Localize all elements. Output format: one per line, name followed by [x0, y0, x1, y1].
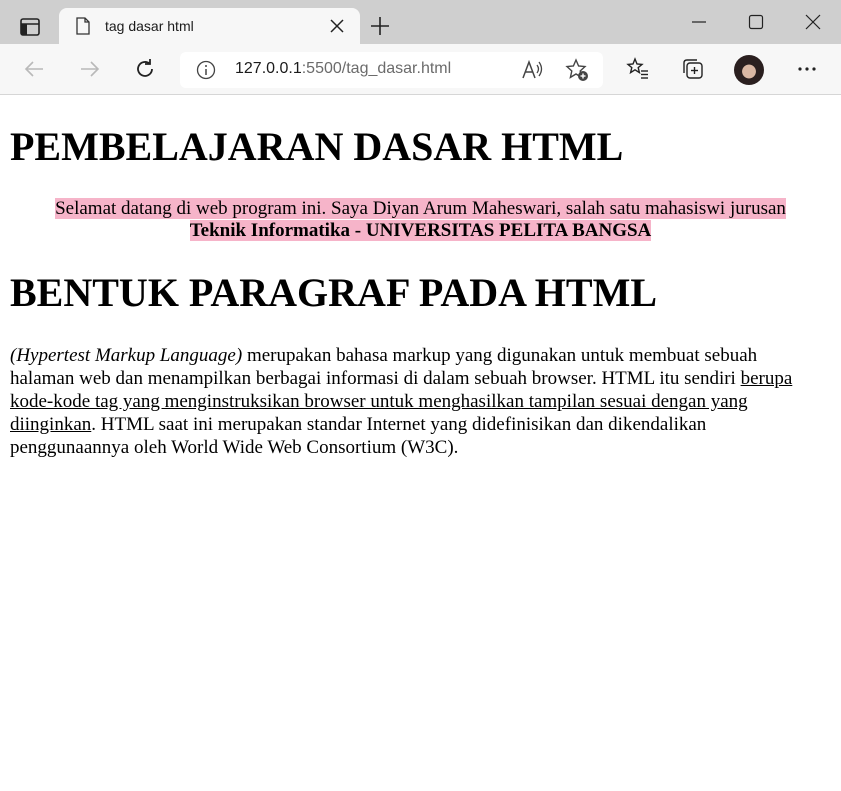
arrow-right-icon[interactable] — [78, 57, 102, 81]
title-bar: tag dasar html — [0, 0, 841, 44]
sidebar-button[interactable] — [10, 10, 50, 44]
plus-icon[interactable] — [368, 14, 392, 38]
paragraph-text-2: . HTML saat ini merupakan standar Intern… — [10, 414, 707, 458]
document-icon — [76, 17, 90, 35]
sidebar-icon — [20, 18, 40, 36]
arrow-left-icon[interactable] — [22, 57, 46, 81]
browser-toolbar: 127.0.0.1:5500/tag_dasar.html — [0, 44, 841, 95]
close-icon[interactable] — [329, 18, 345, 34]
star-add-icon[interactable] — [565, 58, 589, 82]
address-bar[interactable]: 127.0.0.1:5500/tag_dasar.html — [180, 52, 603, 88]
browser-tab[interactable]: tag dasar html — [59, 8, 360, 44]
url-path: :5500/tag_dasar.html — [301, 60, 452, 77]
section-heading: BENTUK PARAGRAF PADA HTML — [10, 270, 658, 315]
window-close-icon[interactable] — [803, 12, 823, 32]
url-text[interactable]: 127.0.0.1:5500/tag_dasar.html — [235, 60, 451, 78]
page-title: PEMBELAJARAN DASAR HTML — [10, 124, 624, 169]
avatar[interactable] — [734, 55, 764, 85]
more-icon[interactable] — [795, 57, 819, 81]
welcome-paragraph: Selamat datang di web program ini. Saya … — [0, 198, 841, 242]
italic-text: (Hypertest Markup Language) — [10, 345, 243, 366]
html-description-paragraph: (Hypertest Markup Language) merupakan ba… — [10, 344, 810, 459]
welcome-bold-text: Teknik Informatika - UNIVERSITAS PELITA … — [189, 220, 652, 241]
welcome-text: Selamat datang di web program ini. Saya … — [55, 198, 786, 219]
collections-icon[interactable] — [681, 57, 705, 81]
tab-title: tag dasar html — [105, 18, 194, 34]
read-aloud-icon[interactable] — [520, 59, 544, 81]
favorites-icon[interactable] — [626, 57, 650, 81]
refresh-icon[interactable] — [133, 57, 157, 81]
minimize-icon[interactable] — [689, 12, 709, 32]
maximize-icon[interactable] — [746, 12, 766, 32]
info-icon[interactable] — [196, 60, 216, 80]
page-content: PEMBELAJARAN DASAR HTML Selamat datang d… — [0, 96, 841, 791]
url-host: 127.0.0.1 — [235, 60, 302, 77]
